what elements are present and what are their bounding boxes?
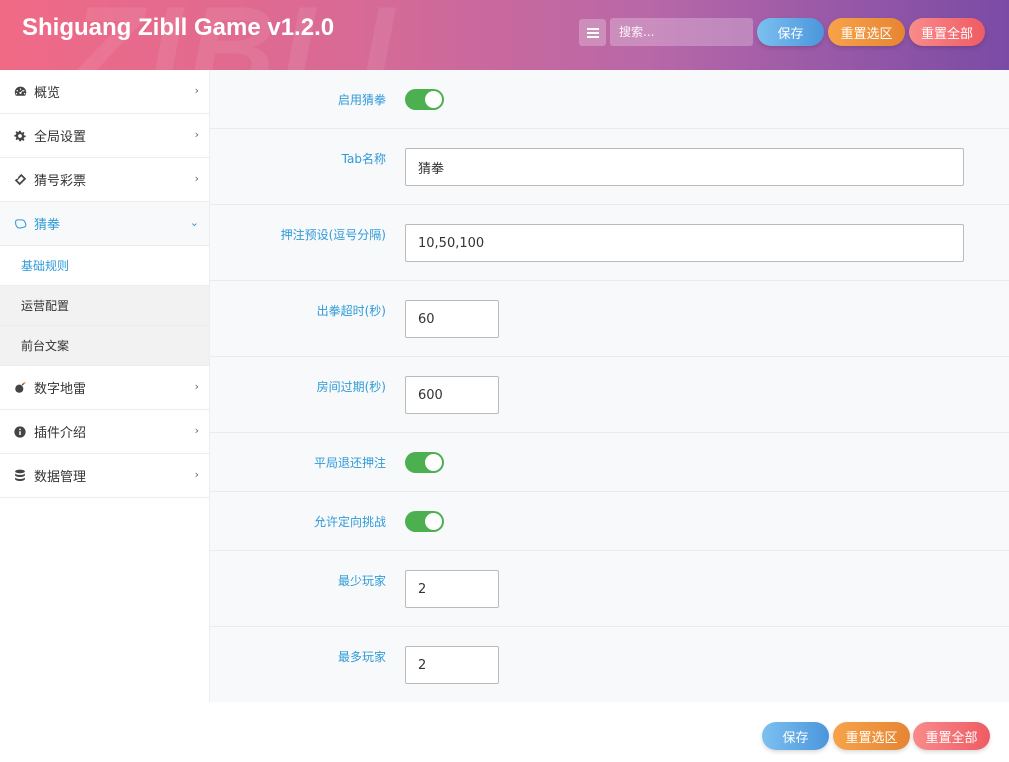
- sidebar-item-minesweeper[interactable]: 数字地雷 ›: [0, 366, 209, 410]
- info-icon: [13, 425, 27, 439]
- hand-icon: [13, 217, 27, 231]
- chevron-right-icon: ›: [194, 380, 199, 393]
- tab-name-input[interactable]: [405, 148, 964, 186]
- ticket-icon: [13, 173, 27, 187]
- max-players-label: 最多玩家: [337, 650, 386, 664]
- tab-name-label: Tab名称: [341, 152, 386, 166]
- header-bar: ZIBLL Shiguang Zibll Game v1.2.0 保存 重置选区…: [0, 0, 1009, 70]
- search-input[interactable]: [610, 18, 753, 46]
- list-icon: [586, 27, 599, 38]
- sidebar-item-label: 全局设置: [34, 130, 87, 145]
- draw-refund-label: 平局退还押注: [313, 456, 386, 470]
- menu-toggle-button[interactable]: [579, 19, 606, 46]
- sidebar-subitem-basic-rules[interactable]: 基础规则: [0, 246, 209, 286]
- sidebar-item-plugin-intro[interactable]: 插件介绍 ›: [0, 410, 209, 454]
- form-row-bet-presets: 押注预设(逗号分隔): [210, 205, 1009, 281]
- footer-bar: 保存 重置选区 重置全部: [0, 702, 1009, 762]
- timeout-label: 出拳超时(秒): [316, 304, 386, 318]
- form-row-enable: 启用猜拳: [210, 70, 1009, 129]
- directed-challenge-label: 允许定向挑战: [313, 515, 386, 529]
- gear-icon: [13, 129, 27, 143]
- sidebar-item-label: 插件介绍: [34, 426, 87, 441]
- footer-reset-all-button[interactable]: 重置全部: [913, 722, 990, 750]
- max-players-input[interactable]: [405, 646, 499, 684]
- timeout-input[interactable]: [405, 300, 499, 338]
- enable-label: 启用猜拳: [337, 93, 386, 107]
- form-row-min-players: 最少玩家: [210, 551, 1009, 627]
- app-title: Shiguang Zibll Game v1.2.0: [22, 14, 335, 41]
- room-expire-input[interactable]: [405, 376, 499, 414]
- chevron-right-icon: ›: [194, 84, 199, 97]
- header-reset-section-button[interactable]: 重置选区: [828, 18, 905, 46]
- form-row-tab-name: Tab名称: [210, 129, 1009, 205]
- chevron-right-icon: ›: [194, 424, 199, 437]
- form-row-directed-challenge: 允许定向挑战: [210, 492, 1009, 551]
- form-row-room-expire: 房间过期(秒): [210, 357, 1009, 433]
- min-players-label: 最少玩家: [337, 574, 386, 588]
- directed-challenge-toggle[interactable]: [405, 511, 444, 532]
- bomb-icon: [13, 381, 27, 395]
- header-reset-all-button[interactable]: 重置全部: [909, 18, 985, 46]
- header-save-button[interactable]: 保存: [757, 18, 824, 46]
- sidebar-item-label: 概览: [34, 86, 61, 101]
- settings-form: 启用猜拳 Tab名称 押注预设(逗号分隔) 出拳超时(秒) 房间过期(秒) 平局…: [210, 70, 1009, 702]
- min-players-input[interactable]: [405, 570, 499, 608]
- bet-presets-label: 押注预设(逗号分隔): [280, 228, 386, 242]
- footer-reset-section-button[interactable]: 重置选区: [833, 722, 910, 750]
- sidebar-subitem-operations[interactable]: 运营配置: [0, 286, 209, 326]
- dashboard-icon: [13, 85, 27, 99]
- sidebar-item-label: 数字地雷: [34, 382, 87, 397]
- sidebar: 概览 › 全局设置 › 猜号彩票 › 猜拳 ⌄ 基础规则 运营配置 前台文案 数…: [0, 70, 210, 702]
- sidebar-item-global-settings[interactable]: 全局设置 ›: [0, 114, 209, 158]
- room-expire-label: 房间过期(秒): [316, 380, 386, 394]
- sidebar-item-lottery[interactable]: 猜号彩票 ›: [0, 158, 209, 202]
- chevron-right-icon: ›: [194, 128, 199, 141]
- form-row-max-players: 最多玩家: [210, 627, 1009, 702]
- enable-toggle[interactable]: [405, 89, 444, 110]
- sidebar-item-rps[interactable]: 猜拳 ⌄: [0, 202, 209, 246]
- footer-save-button[interactable]: 保存: [762, 722, 829, 750]
- chevron-right-icon: ›: [194, 468, 199, 481]
- sidebar-item-label: 数据管理: [34, 470, 87, 485]
- sidebar-subitem-frontend-text[interactable]: 前台文案: [0, 326, 209, 366]
- sidebar-item-overview[interactable]: 概览 ›: [0, 70, 209, 114]
- bet-presets-input[interactable]: [405, 224, 964, 262]
- chevron-down-icon: ⌄: [189, 216, 199, 229]
- database-icon: [13, 469, 27, 483]
- chevron-right-icon: ›: [194, 172, 199, 185]
- draw-refund-toggle[interactable]: [405, 452, 444, 473]
- sidebar-item-data-management[interactable]: 数据管理 ›: [0, 454, 209, 498]
- sidebar-item-label: 猜号彩票: [34, 174, 87, 189]
- sidebar-item-label: 猜拳: [34, 218, 61, 233]
- form-row-draw-refund: 平局退还押注: [210, 433, 1009, 492]
- form-row-timeout: 出拳超时(秒): [210, 281, 1009, 357]
